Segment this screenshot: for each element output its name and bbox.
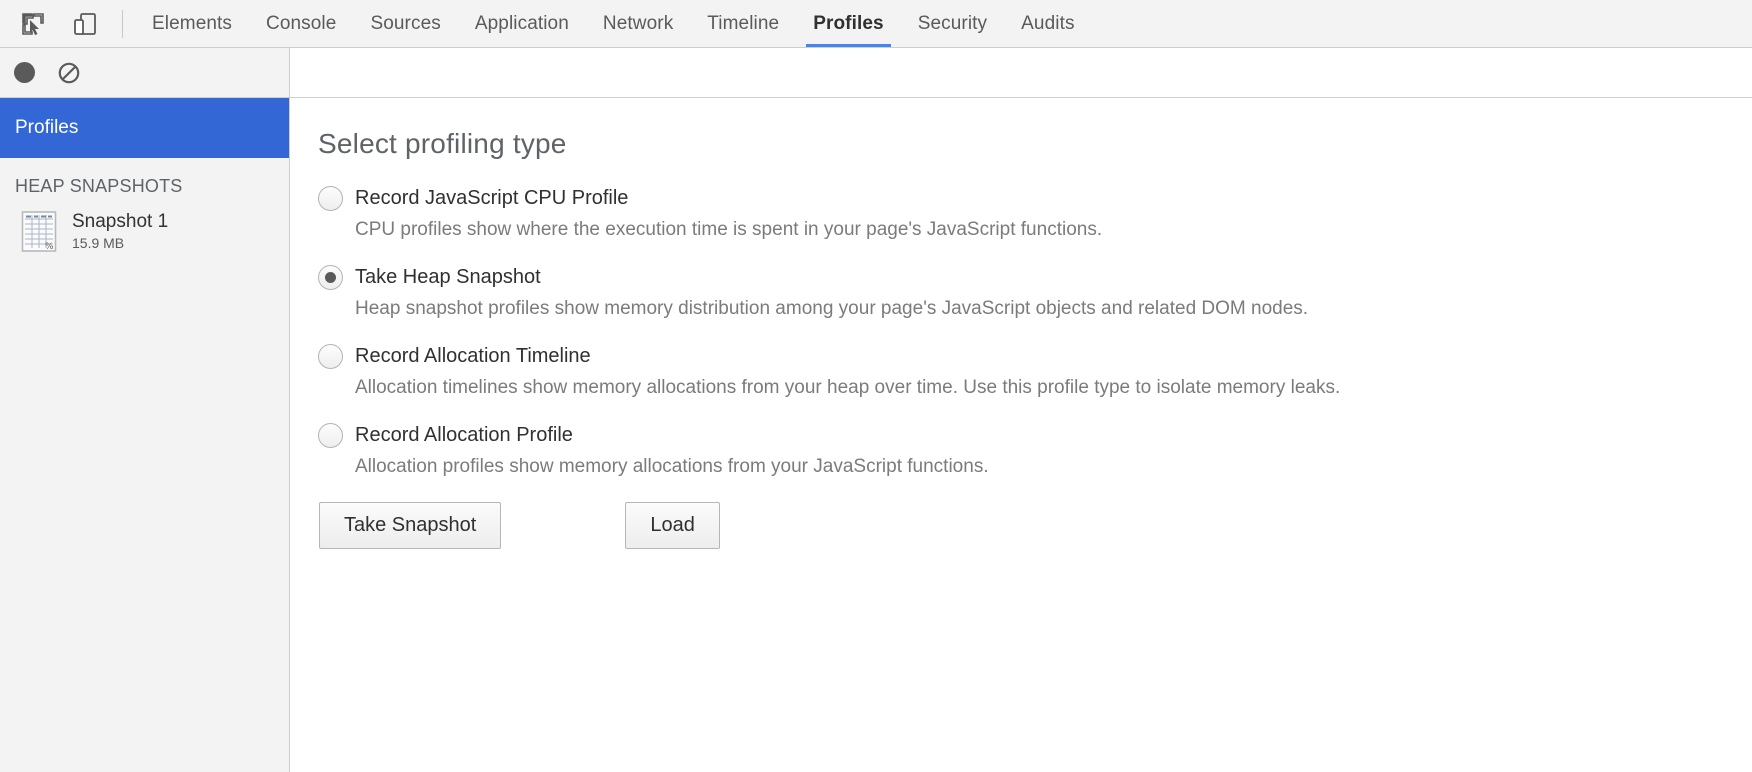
- profiles-toolbar: [0, 48, 1752, 98]
- tab-network[interactable]: Network: [586, 0, 690, 47]
- tab-label: Console: [266, 12, 337, 34]
- sidebar-header-label: Profiles: [15, 117, 79, 138]
- tab-profiles[interactable]: Profiles: [796, 0, 901, 47]
- tab-label: Elements: [152, 12, 233, 34]
- tab-label: Timeline: [707, 12, 780, 34]
- devtools-window: Elements Console Sources Application Net…: [0, 0, 1752, 772]
- option-description: Allocation profiles show memory allocati…: [355, 456, 989, 477]
- snapshot-texts: Snapshot 1 15.9 MB: [72, 210, 168, 253]
- option-label: Record JavaScript CPU Profile: [355, 187, 629, 209]
- toolbar-divider: [122, 9, 123, 38]
- tab-console[interactable]: Console: [249, 0, 353, 47]
- radio-button[interactable]: [318, 186, 343, 211]
- tab-timeline[interactable]: Timeline: [690, 0, 796, 47]
- option-label: Record Allocation Profile: [355, 424, 573, 446]
- tab-label: Network: [602, 12, 674, 34]
- panel-tabs: Elements Console Sources Application Net…: [135, 0, 1092, 47]
- snapshot-name: Snapshot 1: [72, 210, 169, 232]
- option-label: Record Allocation Timeline: [355, 345, 591, 367]
- svg-text:%: %: [45, 242, 54, 252]
- launcher-buttons: Take Snapshot Load: [319, 502, 1752, 549]
- tab-elements[interactable]: Elements: [135, 0, 249, 47]
- option-record-allocation-timeline: Record Allocation Timeline Allocation ti…: [318, 344, 1752, 401]
- option-description: Heap snapshot profiles show memory distr…: [355, 298, 1309, 319]
- option-description: CPU profiles show where the execution ti…: [355, 219, 1103, 240]
- tab-label: Security: [917, 12, 988, 34]
- devtools-tabbar: Elements Console Sources Application Net…: [0, 0, 1752, 48]
- toggle-device-toolbar-icon[interactable]: [66, 5, 104, 43]
- toolbar-icons: [0, 0, 104, 47]
- radio-button[interactable]: [318, 423, 343, 448]
- take-snapshot-button[interactable]: Take Snapshot: [319, 502, 502, 549]
- list-item[interactable]: % Snapshot 1 15.9 MB: [0, 203, 289, 259]
- tab-audits[interactable]: Audits: [1004, 0, 1091, 47]
- record-circle-icon[interactable]: [14, 62, 35, 83]
- sidebar-item-profiles[interactable]: Profiles: [0, 98, 289, 158]
- option-description: Allocation timelines show memory allocat…: [355, 377, 1341, 398]
- devtools-body: Profiles HEAP SNAPSHOTS % Snapshot 1 15.…: [0, 98, 1752, 772]
- sidebar-section-heap-snapshots: HEAP SNAPSHOTS: [0, 158, 289, 203]
- page-title: Select profiling type: [318, 128, 567, 159]
- option-record-cpu-profile: Record JavaScript CPU Profile CPU profil…: [318, 186, 1752, 243]
- radio-row-record-allocation-profile[interactable]: Record Allocation Profile: [318, 423, 1752, 448]
- radio-row-record-cpu-profile[interactable]: Record JavaScript CPU Profile: [318, 186, 1752, 211]
- snapshot-size: 15.9 MB: [72, 234, 125, 251]
- profile-launcher-view: Select profiling type Record JavaScript …: [290, 98, 1752, 772]
- tab-sources[interactable]: Sources: [353, 0, 457, 47]
- section-title-label: HEAP SNAPSHOTS: [15, 176, 183, 196]
- tab-application[interactable]: Application: [458, 0, 586, 47]
- profiles-toolbar-filler: [290, 48, 1752, 97]
- inspect-element-icon[interactable]: [14, 5, 52, 43]
- clear-all-icon[interactable]: [57, 61, 81, 85]
- radio-button[interactable]: [318, 344, 343, 369]
- option-take-heap-snapshot: Take Heap Snapshot Heap snapshot profile…: [318, 265, 1752, 322]
- heap-snapshot-icon: %: [20, 209, 58, 253]
- tab-label: Profiles: [813, 12, 884, 34]
- radio-row-take-heap-snapshot[interactable]: Take Heap Snapshot: [318, 265, 1752, 290]
- radio-button-selected[interactable]: [318, 265, 343, 290]
- profiles-sidebar: Profiles HEAP SNAPSHOTS % Snapshot 1 15.…: [0, 98, 290, 772]
- option-record-allocation-profile: Record Allocation Profile Allocation pro…: [318, 423, 1752, 480]
- tab-label: Application: [474, 12, 569, 34]
- tab-label: Audits: [1021, 12, 1075, 34]
- load-button[interactable]: Load: [625, 502, 720, 549]
- tab-label: Sources: [370, 12, 441, 34]
- profiles-toolbar-actions: [0, 48, 290, 97]
- tab-security[interactable]: Security: [901, 0, 1004, 47]
- radio-row-record-allocation-timeline[interactable]: Record Allocation Timeline: [318, 344, 1752, 369]
- option-label: Take Heap Snapshot: [355, 266, 541, 288]
